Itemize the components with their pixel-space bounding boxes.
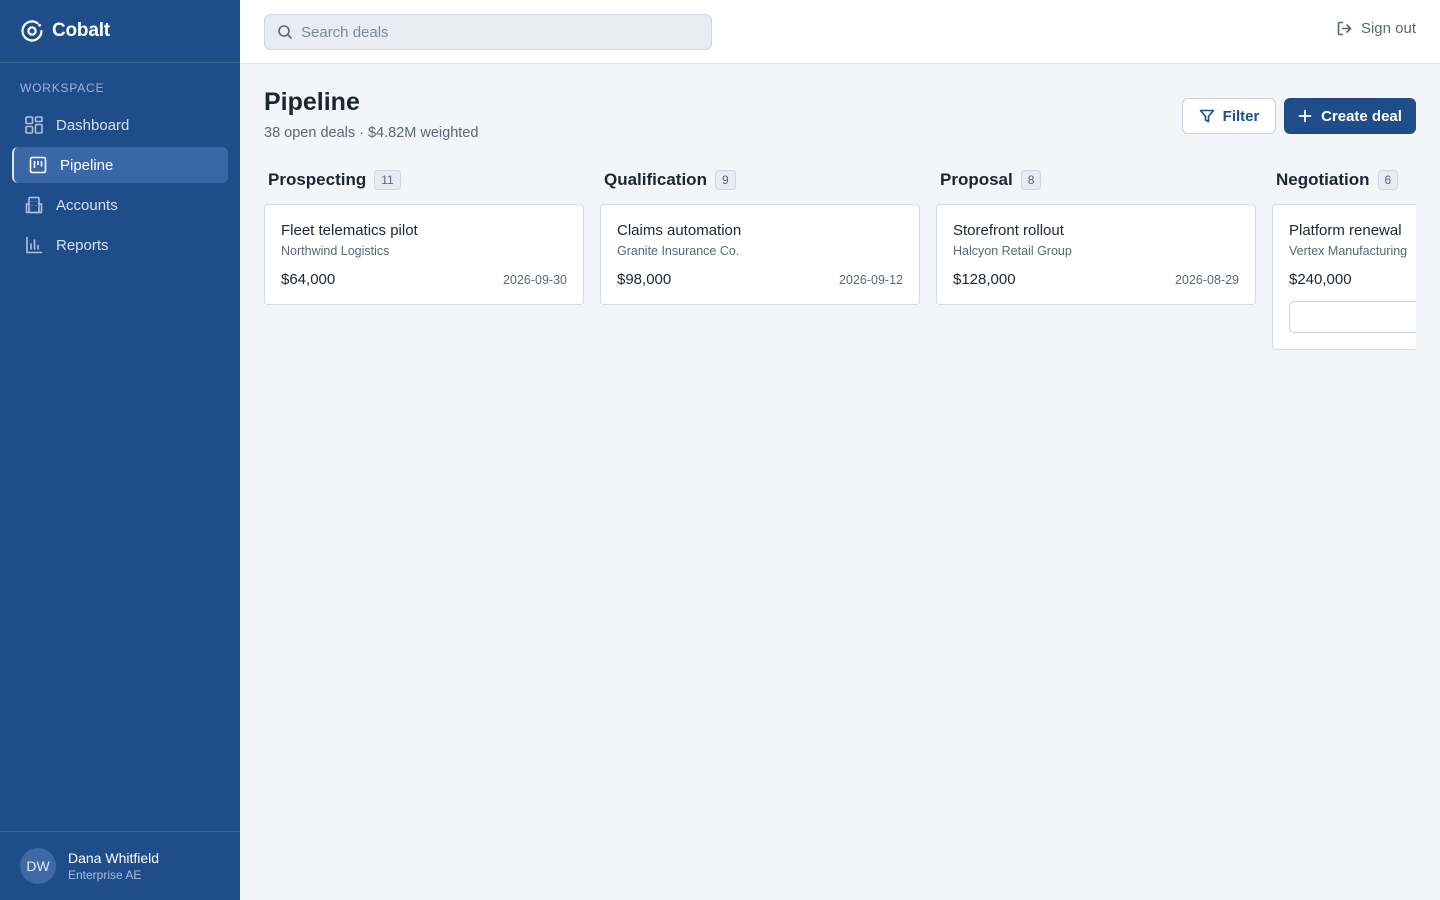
deal-footer: $128,000 2026-08-29 bbox=[953, 271, 1239, 288]
deal-amount: $240,000 bbox=[1289, 271, 1352, 288]
brand[interactable]: Cobalt bbox=[0, 0, 240, 63]
deal-close-date: 2026-09-30 bbox=[503, 272, 567, 287]
sidebar-item-dashboard[interactable]: Dashboard bbox=[12, 107, 228, 143]
column-prospecting: Prospecting 11 Fleet telematics pilot No… bbox=[264, 166, 584, 305]
deal-card[interactable]: Storefront rollout Halcyon Retail Group … bbox=[936, 204, 1256, 305]
sidebar-item-label: Accounts bbox=[56, 196, 118, 214]
sidebar: Cobalt WORKSPACE Dashboard Pipeline Acco… bbox=[0, 0, 240, 900]
deal-card[interactable]: Fleet telematics pilot Northwind Logisti… bbox=[264, 204, 584, 305]
pipeline-icon bbox=[28, 155, 48, 175]
column-header: Qualification 9 bbox=[600, 166, 920, 194]
sidebar-nav: Dashboard Pipeline Accounts Reports bbox=[0, 107, 240, 263]
deal-card[interactable]: Claims automation Granite Insurance Co. … bbox=[600, 204, 920, 305]
deal-footer: $64,000 2026-09-30 bbox=[281, 271, 567, 288]
filter-icon bbox=[1199, 108, 1215, 124]
page-title: Pipeline bbox=[264, 88, 360, 116]
building-icon bbox=[24, 195, 44, 215]
column-proposal: Proposal 8 Storefront rollout Halcyon Re… bbox=[936, 166, 1256, 305]
dashboard-icon bbox=[24, 115, 44, 135]
pipeline-board: Prospecting 11 Fleet telematics pilot No… bbox=[264, 166, 1416, 900]
section-label-workspace: WORKSPACE bbox=[20, 81, 105, 95]
column-qualification: Qualification 9 Claims automation Granit… bbox=[600, 166, 920, 305]
search-input[interactable] bbox=[301, 23, 701, 41]
column-count-badge: 11 bbox=[374, 170, 401, 190]
deal-account: Northwind Logistics bbox=[281, 244, 390, 258]
user-info: Dana Whitfield Enterprise AE bbox=[68, 849, 159, 883]
column-title: Prospecting bbox=[268, 170, 367, 189]
topbar: Sign out bbox=[240, 0, 1440, 64]
deal-account: Granite Insurance Co. bbox=[617, 244, 740, 258]
column-title: Negotiation bbox=[1276, 170, 1370, 189]
search-box[interactable] bbox=[264, 14, 712, 50]
sign-out-icon bbox=[1336, 20, 1353, 37]
column-header: Negotiation 6 bbox=[1272, 166, 1416, 194]
column-title: Qualification bbox=[604, 170, 707, 189]
column-header: Proposal 8 bbox=[936, 166, 1256, 194]
filter-label: Filter bbox=[1222, 107, 1260, 125]
filter-button[interactable]: Filter bbox=[1182, 98, 1276, 134]
deal-title: Claims automation bbox=[617, 222, 742, 239]
deal-title: Storefront rollout bbox=[953, 222, 1064, 239]
deal-amount: $64,000 bbox=[281, 271, 336, 288]
deal-footer: $98,000 2026-09-12 bbox=[617, 271, 903, 288]
user-role: Enterprise AE bbox=[68, 868, 142, 882]
create-deal-label: Create deal bbox=[1321, 107, 1402, 125]
create-deal-button[interactable]: Create deal bbox=[1284, 98, 1416, 134]
avatar: DW bbox=[20, 848, 56, 884]
sidebar-item-accounts[interactable]: Accounts bbox=[12, 187, 228, 223]
plus-icon bbox=[1298, 109, 1312, 123]
user-name: Dana Whitfield bbox=[68, 850, 160, 866]
deal-amount: $128,000 bbox=[953, 271, 1016, 288]
sidebar-item-reports[interactable]: Reports bbox=[12, 227, 228, 263]
deal-account: Vertex Manufacturing bbox=[1289, 244, 1408, 258]
page-subtitle: 38 open deals · $4.82M weighted bbox=[264, 125, 479, 141]
column-title: Proposal bbox=[940, 170, 1013, 189]
sidebar-item-label: Pipeline bbox=[60, 156, 114, 174]
brand-name: Cobalt bbox=[52, 20, 110, 41]
sidebar-item-label: Dashboard bbox=[56, 116, 130, 134]
deal-close-date: 2026-08-29 bbox=[1175, 272, 1239, 287]
column-count-badge: 8 bbox=[1020, 170, 1042, 190]
bar-chart-icon bbox=[24, 235, 44, 255]
deal-title: Platform renewal bbox=[1289, 222, 1402, 239]
sign-out-label: Sign out bbox=[1360, 20, 1416, 37]
column-count-badge: 6 bbox=[1377, 170, 1399, 190]
deal-action-button[interactable]: M bbox=[1289, 301, 1416, 333]
search-icon bbox=[277, 24, 293, 40]
column-header: Prospecting 11 bbox=[264, 166, 584, 194]
deal-footer: $240,000 bbox=[1289, 271, 1416, 288]
sidebar-item-label: Reports bbox=[56, 236, 109, 254]
deal-card[interactable]: Platform renewal Vertex Manufacturing $2… bbox=[1272, 204, 1416, 350]
deal-amount: $98,000 bbox=[617, 271, 672, 288]
deal-title: Fleet telematics pilot bbox=[281, 222, 418, 239]
sign-out-button[interactable]: Sign out bbox=[1336, 20, 1416, 37]
user-profile[interactable]: DW Dana Whitfield Enterprise AE bbox=[0, 831, 240, 900]
deal-close-date: 2026-09-12 bbox=[839, 272, 903, 287]
deal-account: Halcyon Retail Group bbox=[953, 244, 1072, 258]
column-negotiation: Negotiation 6 Platform renewal Vertex Ma… bbox=[1272, 166, 1416, 350]
sidebar-item-pipeline[interactable]: Pipeline bbox=[12, 147, 228, 183]
column-count-badge: 9 bbox=[714, 170, 736, 190]
cobalt-logo-icon bbox=[20, 19, 44, 43]
